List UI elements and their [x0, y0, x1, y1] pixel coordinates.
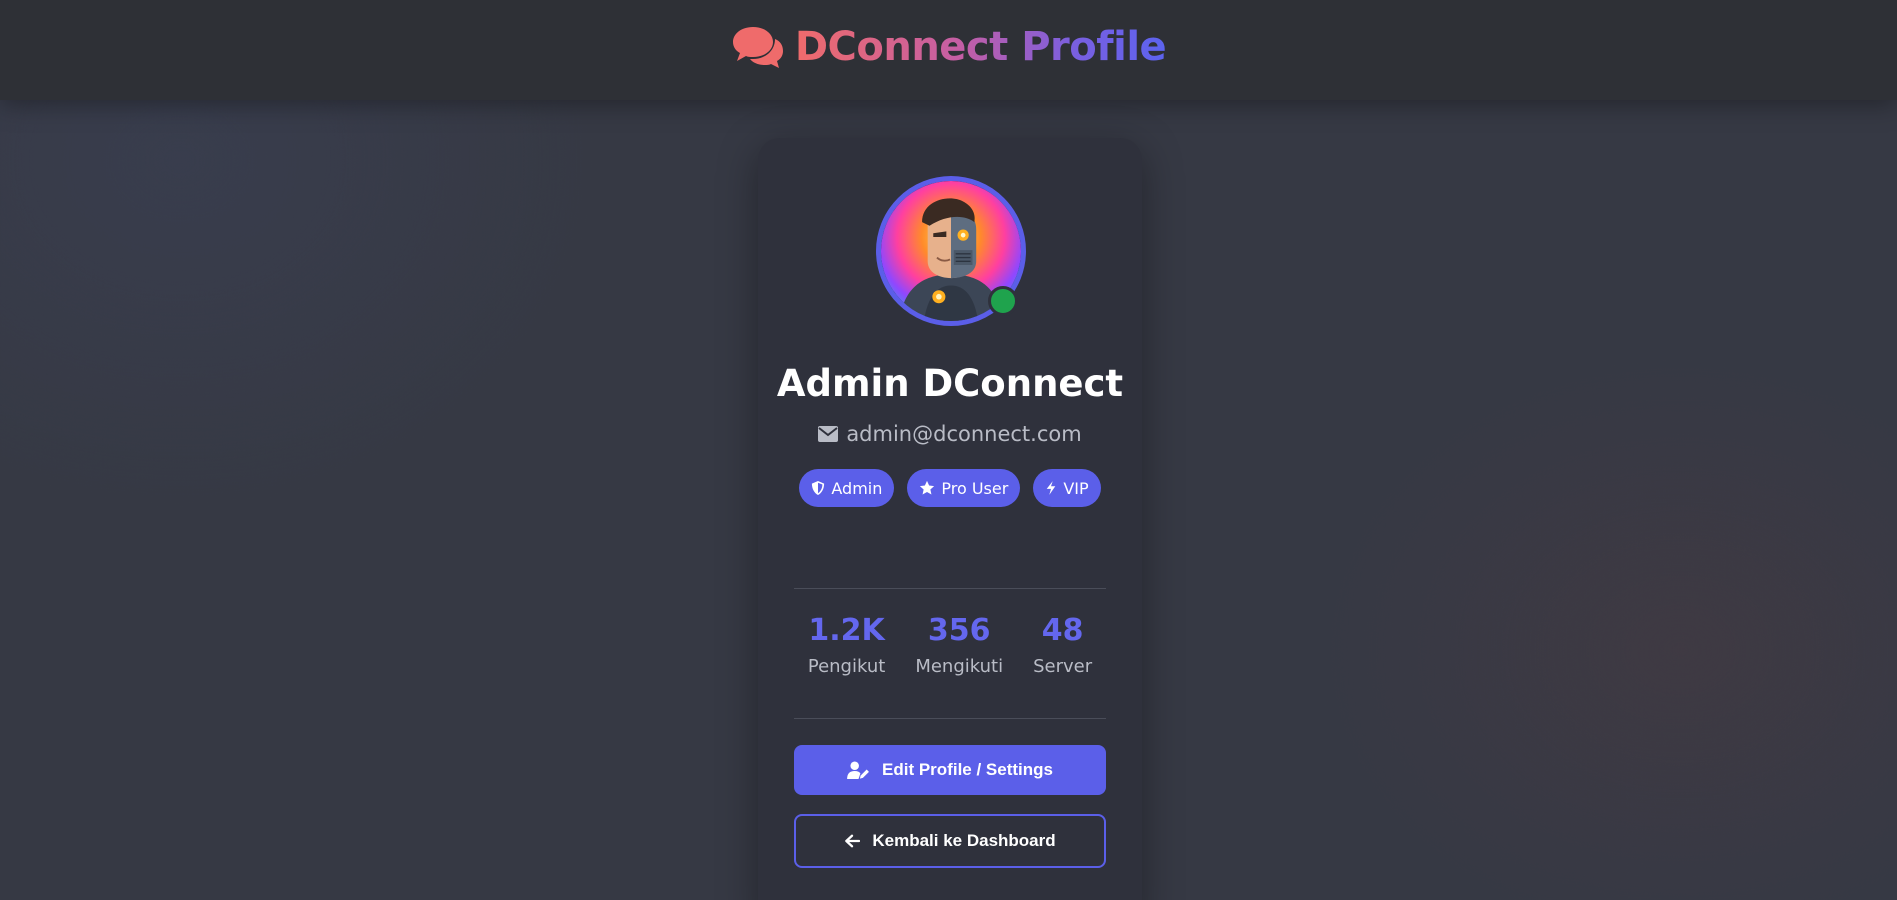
email-row: admin@dconnect.com — [758, 422, 1142, 446]
divider — [794, 718, 1106, 719]
chat-bubbles-icon — [731, 25, 785, 69]
bolt-icon — [1045, 480, 1057, 496]
stat-servers[interactable]: 48 Server — [1033, 613, 1093, 678]
app-title: DConnect Profile — [794, 24, 1167, 70]
badge-vip: VIP — [1033, 469, 1101, 507]
brand: DConnect Profile — [731, 24, 1167, 70]
envelope-icon — [818, 426, 839, 442]
back-to-dashboard-label: Kembali ke Dashboard — [872, 831, 1056, 850]
profile-card: Admin DConnect admin@dconnect.com Admin — [758, 138, 1142, 900]
stat-followers[interactable]: 1.2K Pengikut — [807, 613, 886, 678]
user-edit-icon — [847, 760, 870, 780]
stats-row: 1.2K Pengikut 356 Mengikuti 48 Server — [794, 613, 1106, 678]
stat-label: Pengikut — [807, 656, 886, 677]
edit-profile-label: Edit Profile / Settings — [882, 760, 1053, 779]
badge-label: Pro User — [941, 478, 1009, 498]
online-status-indicator — [988, 286, 1018, 316]
profile-name: Admin DConnect — [776, 362, 1124, 405]
stat-label: Mengikuti — [915, 656, 1004, 677]
star-icon — [919, 480, 935, 496]
shield-icon — [811, 480, 825, 496]
avatar-container — [876, 176, 1026, 326]
stat-following[interactable]: 356 Mengikuti — [915, 613, 1004, 678]
edit-profile-button[interactable]: Edit Profile / Settings — [794, 745, 1106, 795]
role-badges: Admin Pro User VIP — [758, 469, 1142, 507]
stat-value: 48 — [1041, 613, 1084, 648]
profile-email: admin@dconnect.com — [846, 422, 1082, 446]
badge-label: VIP — [1063, 478, 1089, 498]
stat-value: 1.2K — [808, 613, 885, 648]
badge-admin: Admin — [799, 469, 895, 507]
badge-label: Admin — [831, 478, 883, 498]
top-bar: DConnect Profile — [0, 0, 1897, 100]
badge-pro-user: Pro User — [907, 469, 1021, 507]
stat-label: Server — [1033, 656, 1093, 677]
back-to-dashboard-button[interactable]: Kembali ke Dashboard — [794, 814, 1106, 868]
arrow-left-icon — [844, 834, 861, 848]
divider — [794, 588, 1106, 589]
stat-value: 356 — [927, 613, 991, 648]
